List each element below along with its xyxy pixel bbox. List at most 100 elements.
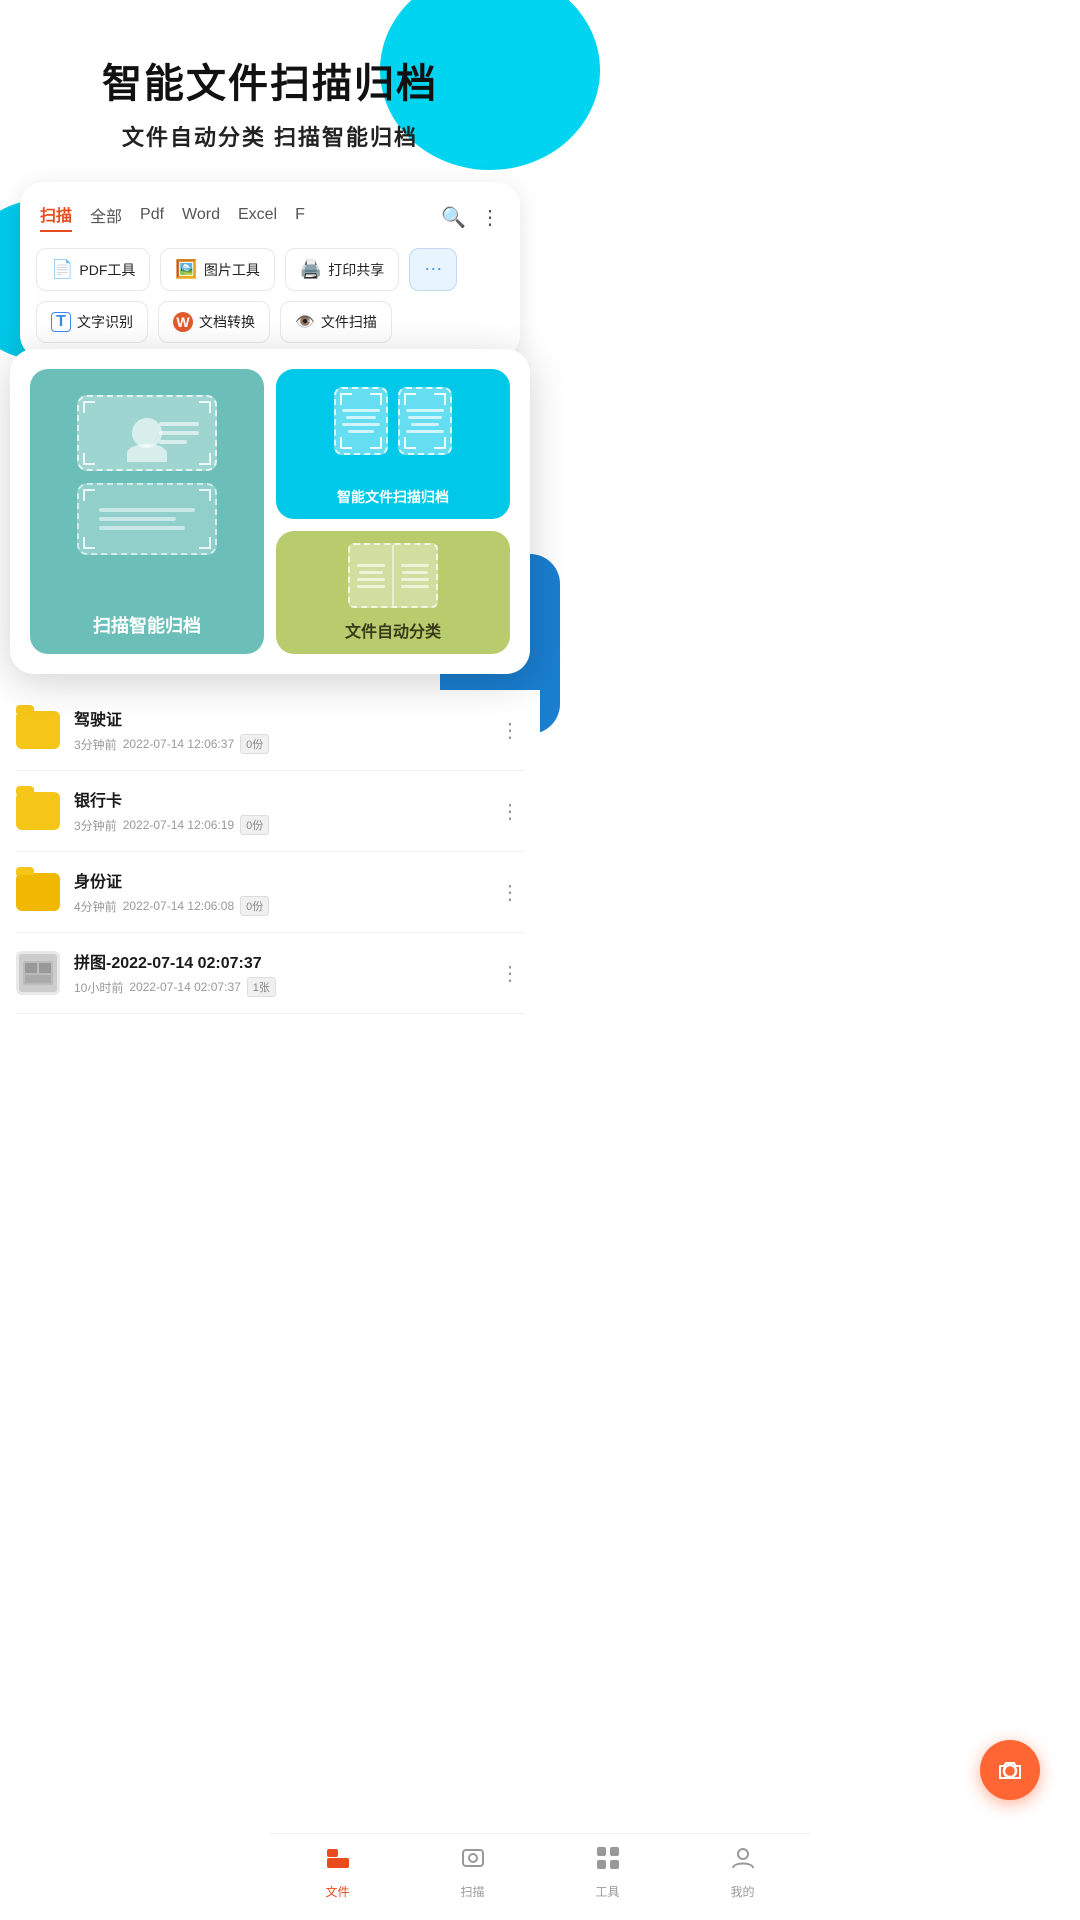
- file-meta: 3分钟前 2022-07-14 12:06:19 0份: [74, 815, 482, 835]
- ocr-text-label: 文字识别: [77, 312, 133, 332]
- page-subtitle: 文件自动分类 扫描智能归档: [40, 120, 500, 152]
- pdf-tool-icon: 📄: [51, 259, 73, 280]
- file-categorize-label: 文件自动分类: [345, 618, 441, 642]
- file-doc-icon-1: [334, 387, 388, 455]
- print-tool-label: 打印共享: [328, 260, 384, 280]
- pdf-tool-label: PDF工具: [79, 260, 135, 280]
- tab-pdf[interactable]: Pdf: [140, 206, 164, 228]
- popup-card: 扫描智能归档: [10, 349, 530, 674]
- file-meta: 4分钟前 2022-07-14 12:06:08 0份: [74, 896, 482, 916]
- scan-archive-label: 扫描智能归档: [93, 612, 201, 638]
- file-more-button[interactable]: ⋮: [496, 957, 524, 990]
- bottom-tab-profile[interactable]: 我的: [675, 1844, 810, 1900]
- doc-convert-label: 文档转换: [199, 312, 255, 332]
- image-tool-label: 图片工具: [204, 260, 260, 280]
- bottom-tab-tools[interactable]: 工具: [540, 1844, 675, 1900]
- folder-icon: [16, 792, 60, 830]
- tab-icons: 🔍 ⋮: [441, 205, 500, 230]
- bottom-tab-scan[interactable]: 扫描: [405, 1844, 540, 1900]
- search-icon[interactable]: 🔍: [441, 205, 466, 230]
- file-time: 3分钟前: [74, 736, 117, 753]
- tab-scan[interactable]: 扫描: [40, 202, 72, 232]
- header-section: 智能文件扫描归档 文件自动分类 扫描智能归档: [0, 0, 540, 182]
- file-item[interactable]: 银行卡 3分钟前 2022-07-14 12:06:19 0份 ⋮: [16, 771, 524, 852]
- file-item[interactable]: 拼图-2022-07-14 02:07:37 10小时前 2022-07-14 …: [16, 933, 524, 1014]
- file-categorize-cell[interactable]: 文件自动分类: [276, 531, 510, 654]
- file-name: 身份证: [74, 868, 482, 892]
- file-name: 拼图-2022-07-14 02:07:37: [74, 949, 482, 973]
- folder-icon: [16, 711, 60, 749]
- file-icons-row: [334, 387, 452, 455]
- doc-scan-icon: [77, 483, 217, 555]
- ocr-row: T 文字识别 W 文档转换 👁️ 文件扫描: [36, 301, 504, 343]
- more-icon[interactable]: ⋮: [480, 205, 500, 230]
- image-tool-icon: 🖼️: [175, 259, 197, 280]
- file-thumbnail: [16, 951, 60, 995]
- file-info: 身份证 4分钟前 2022-07-14 12:06:08 0份: [74, 868, 482, 916]
- tab-f[interactable]: F: [295, 206, 305, 228]
- file-meta: 3分钟前 2022-07-14 12:06:37 0份: [74, 734, 482, 754]
- doc-lines: [99, 508, 194, 530]
- file-doc-icon-2: [398, 387, 452, 455]
- profile-tab-icon: [729, 1844, 757, 1879]
- tab-bar: 扫描 全部 Pdf Word Excel F 🔍 ⋮: [36, 202, 504, 232]
- scan-icons: [46, 385, 248, 555]
- file-date: 2022-07-14 12:06:37: [123, 737, 234, 751]
- file-scan-button[interactable]: 👁️ 文件扫描: [280, 301, 392, 343]
- file-more-button[interactable]: ⋮: [496, 876, 524, 909]
- book-left: [350, 545, 394, 606]
- profile-tab-label: 我的: [730, 1883, 754, 1900]
- tool-row-1: 📄 PDF工具 🖼️ 图片工具 🖨️ 打印共享 ⋯: [36, 248, 504, 291]
- files-tab-icon: [324, 1844, 352, 1879]
- file-info: 银行卡 3分钟前 2022-07-14 12:06:19 0份: [74, 787, 482, 835]
- file-date: 2022-07-14 02:07:37: [129, 980, 240, 994]
- app-card: 扫描 全部 Pdf Word Excel F 🔍 ⋮ 📄 PDF工具 🖼️ 图片…: [20, 182, 520, 359]
- file-more-button[interactable]: ⋮: [496, 795, 524, 828]
- image-tool-button[interactable]: 🖼️ 图片工具: [160, 248, 274, 291]
- tab-word[interactable]: Word: [182, 206, 220, 228]
- print-tool-button[interactable]: 🖨️ 打印共享: [285, 248, 399, 291]
- file-badge: 1张: [247, 977, 276, 997]
- tools-tab-icon: [594, 1844, 622, 1879]
- scan-tab-icon: [459, 1844, 487, 1879]
- more-tool-icon: ⋯: [424, 259, 442, 280]
- file-name: 银行卡: [74, 787, 482, 811]
- id-card-icon: [77, 395, 217, 471]
- files-tab-label: 文件: [325, 1883, 349, 1900]
- more-tool-button[interactable]: ⋯: [409, 248, 457, 291]
- camera-fab-button[interactable]: [980, 1740, 1040, 1800]
- tab-excel[interactable]: Excel: [238, 206, 277, 228]
- file-meta: 10小时前 2022-07-14 02:07:37 1张: [74, 977, 482, 997]
- file-more-button[interactable]: ⋮: [496, 714, 524, 747]
- file-item[interactable]: 身份证 4分钟前 2022-07-14 12:06:08 0份 ⋮: [16, 852, 524, 933]
- file-time: 10小时前: [74, 979, 123, 996]
- file-date: 2022-07-14 12:06:08: [123, 899, 234, 913]
- id-card-lines: [159, 422, 199, 444]
- bottom-tab-files[interactable]: 文件: [270, 1844, 405, 1900]
- file-scan-label: 文件扫描: [321, 312, 377, 332]
- tools-tab-label: 工具: [595, 1883, 619, 1900]
- file-time: 3分钟前: [74, 817, 117, 834]
- file-scan-icon: 👁️: [295, 312, 315, 332]
- thumb-inner: [19, 954, 57, 992]
- popup-right-column: 智能文件扫描归档: [276, 369, 510, 654]
- bottom-tab-bar: 文件 扫描 工具 我的: [270, 1833, 810, 1920]
- ocr-text-button[interactable]: T 文字识别: [36, 301, 148, 343]
- file-badge: 0份: [240, 896, 269, 916]
- print-tool-icon: 🖨️: [300, 259, 322, 280]
- book-icon: [348, 543, 438, 608]
- tab-all[interactable]: 全部: [90, 203, 122, 231]
- scan-archive-cell[interactable]: 扫描智能归档: [30, 369, 264, 654]
- file-badge: 0份: [240, 734, 269, 754]
- file-date: 2022-07-14 12:06:19: [123, 818, 234, 832]
- doc-convert-icon: W: [173, 312, 193, 332]
- popup-grid: 扫描智能归档: [30, 369, 510, 654]
- file-info: 拼图-2022-07-14 02:07:37 10小时前 2022-07-14 …: [74, 949, 482, 997]
- pdf-tool-button[interactable]: 📄 PDF工具: [36, 248, 150, 291]
- doc-convert-button[interactable]: W 文档转换: [158, 301, 270, 343]
- smart-scan-cell[interactable]: 智能文件扫描归档: [276, 369, 510, 519]
- scan-tab-label: 扫描: [460, 1883, 484, 1900]
- file-item[interactable]: 驾驶证 3分钟前 2022-07-14 12:06:37 0份 ⋮: [16, 690, 524, 771]
- folder-icon: [16, 873, 60, 911]
- file-badge: 0份: [240, 815, 269, 835]
